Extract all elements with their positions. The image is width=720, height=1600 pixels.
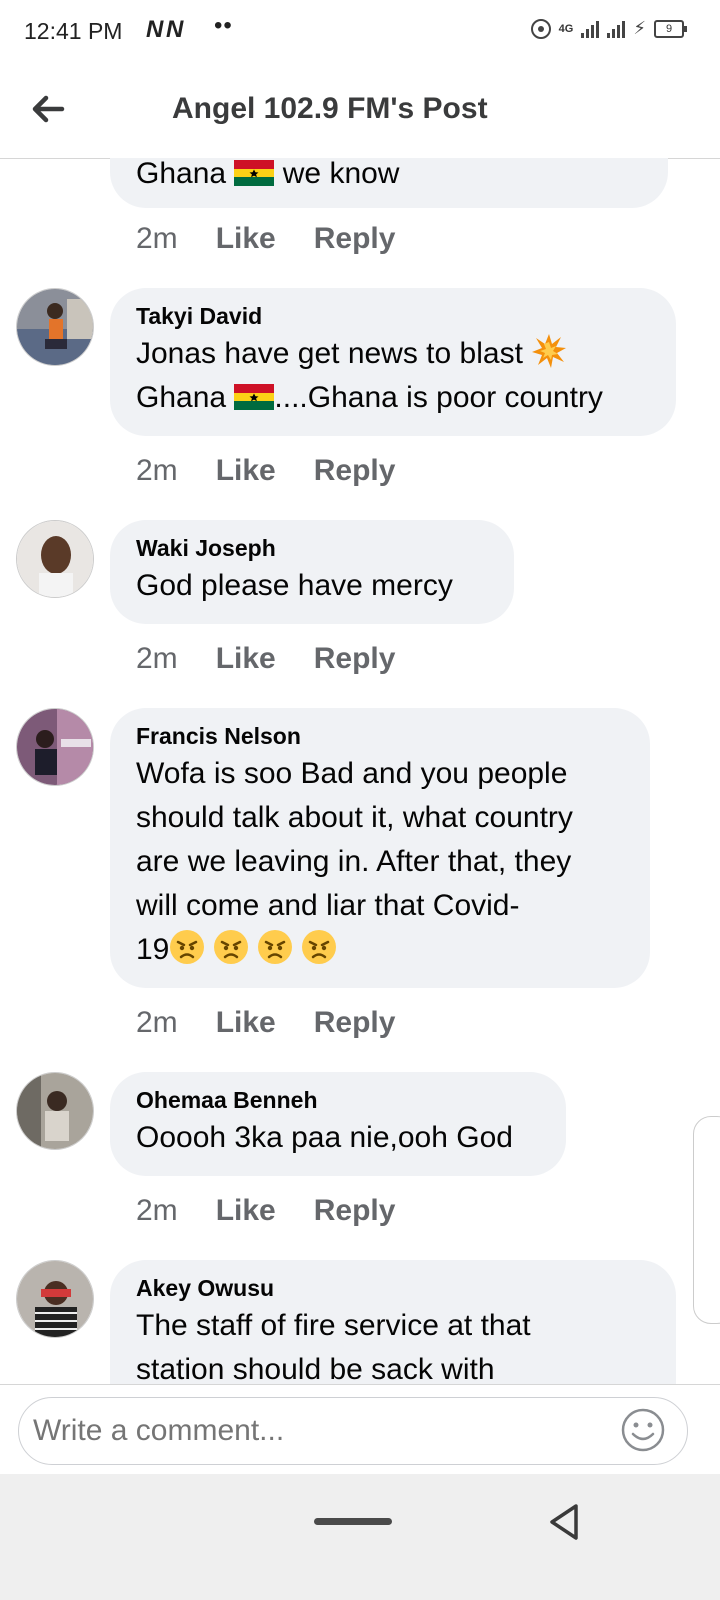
comment-meta: 2m Like Reply — [136, 642, 395, 676]
charging-icon: ⚡ — [633, 18, 646, 38]
comment-composer — [0, 1384, 720, 1475]
comment-bubble: Ghana we know — [110, 158, 668, 208]
status-bar: 12:41 PM N N •• 4G ⚡ 9 — [0, 0, 720, 64]
carrier-icon: N N — [146, 16, 183, 43]
ghana-flag-icon — [234, 384, 275, 410]
avatar[interactable] — [16, 1072, 94, 1150]
comment-author[interactable]: Ohemaa Benneh — [136, 1084, 540, 1116]
comment-time: 2m — [136, 642, 178, 675]
signal-icon — [581, 20, 600, 38]
ghana-flag-icon — [234, 160, 275, 186]
like-button[interactable]: Like — [216, 1194, 276, 1228]
comment-text: Ghana we know — [136, 158, 400, 190]
status-time: 12:41 PM — [24, 18, 123, 44]
like-button[interactable]: Like — [216, 222, 276, 256]
back-arrow-icon[interactable] — [26, 88, 68, 130]
comment-meta: 2m Like Reply — [136, 222, 395, 256]
smiley-icon[interactable] — [620, 1407, 666, 1453]
comment-bubble: Francis Nelson Wofa is soo Bad and you p… — [110, 708, 650, 988]
comment-bubble: Waki Joseph God please have mercy — [110, 520, 514, 624]
collision-emoji-icon — [532, 334, 567, 368]
avatar[interactable] — [16, 708, 94, 786]
reply-button[interactable]: Reply — [314, 642, 396, 676]
angry-face-emoji-icon — [170, 930, 205, 964]
home-gesture-bar[interactable] — [314, 1518, 392, 1525]
comment-author[interactable]: Waki Joseph — [136, 532, 488, 564]
hotspot-icon — [530, 18, 551, 39]
avatar[interactable] — [16, 288, 94, 366]
status-icons: 4G ⚡ 9 — [530, 18, 687, 39]
like-button[interactable]: Like — [216, 454, 276, 488]
side-panel-handle[interactable] — [693, 1116, 720, 1324]
like-button[interactable]: Like — [216, 642, 276, 676]
comment-meta: 2m Like Reply — [136, 454, 395, 488]
battery-icon: 9 — [654, 19, 687, 38]
app-header: Angel 102.9 FM's Post — [0, 64, 720, 159]
comment-time: 2m — [136, 1194, 178, 1227]
comment-text: Ooooh 3ka paa nie,ooh God — [136, 1121, 513, 1154]
reply-button[interactable]: Reply — [314, 1006, 396, 1040]
comment-author[interactable]: Akey Owusu — [136, 1272, 650, 1304]
comment-bubble: Ohemaa Benneh Ooooh 3ka paa nie,ooh God — [110, 1072, 566, 1176]
reply-button[interactable]: Reply — [314, 1194, 396, 1228]
back-triangle-icon[interactable] — [546, 1502, 582, 1542]
notification-dots: •• — [214, 12, 233, 39]
comment-bubble: Akey Owusu The staff of fire service at … — [110, 1260, 676, 1384]
reply-button[interactable]: Reply — [314, 222, 396, 256]
comment-meta: 2m Like Reply — [136, 1194, 395, 1228]
avatar[interactable] — [16, 1260, 94, 1338]
signal-icon-2 — [607, 20, 626, 38]
like-button[interactable]: Like — [216, 1006, 276, 1040]
reply-button[interactable]: Reply — [314, 454, 396, 488]
comment-bubble: Takyi David Jonas have get news to blast… — [110, 288, 676, 436]
comment-time: 2m — [136, 1006, 178, 1039]
comment-text: Jonas have get news to blast Ghana ....G… — [136, 332, 650, 420]
comment-time: 2m — [136, 222, 178, 255]
comment-input[interactable] — [18, 1397, 688, 1465]
comment-text: The staff of fire service at that statio… — [136, 1309, 531, 1384]
comment-text: God please have mercy — [136, 569, 453, 602]
network-type: 4G — [558, 22, 574, 35]
angry-face-emoji-icon — [214, 930, 249, 964]
comment-author[interactable]: Francis Nelson — [136, 720, 624, 752]
comment-author[interactable]: Takyi David — [136, 300, 650, 332]
comment-text: Wofa is soo Bad and you people should ta… — [136, 757, 573, 966]
page-title: Angel 102.9 FM's Post — [172, 92, 488, 125]
comment-time: 2m — [136, 454, 178, 487]
angry-face-emoji-icon — [258, 930, 293, 964]
comment-list[interactable]: Ghana we know 2m Like Reply Takyi David … — [0, 158, 720, 1384]
comment-meta: 2m Like Reply — [136, 1006, 395, 1040]
avatar[interactable] — [16, 520, 94, 598]
navigation-bar — [0, 1474, 720, 1600]
angry-face-emoji-icon — [302, 930, 337, 964]
